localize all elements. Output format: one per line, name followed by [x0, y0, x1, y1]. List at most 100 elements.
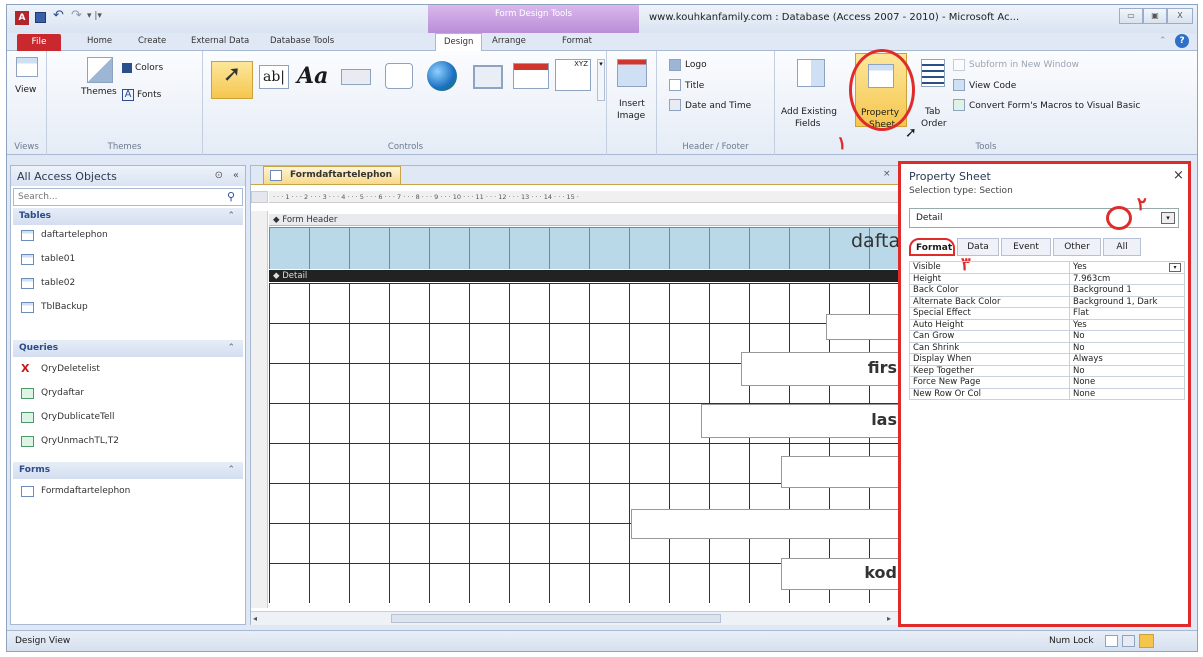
title-button[interactable]: Title	[685, 81, 704, 91]
themes-icon[interactable]	[87, 57, 113, 83]
help-icon[interactable]: ?	[1175, 34, 1189, 48]
property-value[interactable]: Always	[1069, 353, 1185, 366]
property-value[interactable]: None	[1069, 387, 1185, 400]
close-button[interactable]: X	[1167, 8, 1193, 24]
view-button[interactable]	[16, 57, 40, 79]
table-row[interactable]: Visible Yes ▾	[909, 261, 1185, 274]
text-box-control[interactable]: kod	[781, 558, 902, 590]
form-header-bar[interactable]: ◆ Form Header	[269, 214, 901, 226]
detail-bar[interactable]: ◆ Detail	[269, 270, 901, 282]
restore-button[interactable]: ▣	[1143, 8, 1167, 24]
table-row[interactable]: Height 7.963cm	[909, 272, 1185, 285]
table-row[interactable]: Display When Always	[909, 353, 1185, 366]
insert-image-icon[interactable]	[617, 59, 647, 87]
subform-new-window-button[interactable]: Subform in New Window	[969, 60, 1079, 70]
themes-label[interactable]: Themes	[81, 87, 117, 97]
fields-label[interactable]: Fields	[795, 119, 820, 129]
property-value[interactable]: None	[1069, 376, 1185, 389]
tab-format[interactable]: Format	[562, 33, 592, 51]
property-value[interactable]: Background 1, Dark	[1069, 295, 1185, 308]
list-item[interactable]: Qrydaftar	[13, 384, 233, 404]
table-row[interactable]: Can Shrink No	[909, 341, 1185, 354]
label-control-icon[interactable]: Aa	[297, 63, 328, 89]
insert-image-label-1[interactable]: Insert	[619, 99, 645, 109]
list-item[interactable]: X QryDeletelist	[13, 360, 233, 380]
nav-section-forms[interactable]: Forms ⌃	[13, 462, 243, 479]
tab-external-data[interactable]: External Data	[191, 33, 249, 51]
minimize-button[interactable]: ▭	[1119, 8, 1143, 24]
design-view-icon[interactable]	[1139, 634, 1154, 648]
nav-section-tables[interactable]: Tables ⌃	[13, 208, 243, 225]
horizontal-scrollbar[interactable]: ◂ ▸	[251, 611, 901, 625]
tab-file[interactable]: File	[17, 34, 61, 51]
text-box-control[interactable]: firs	[741, 352, 902, 386]
property-value[interactable]: Yes	[1069, 318, 1185, 331]
search-icon[interactable]: ⚲	[227, 190, 235, 203]
dropdown-arrow-icon[interactable]: ▾	[1161, 212, 1175, 224]
controls-gallery-more-icon[interactable]: ▾	[597, 59, 605, 101]
minimize-ribbon-icon[interactable]: ⌃	[1159, 36, 1167, 46]
table-row[interactable]: Special Effect Flat	[909, 307, 1185, 320]
tab-event[interactable]: Event	[1001, 238, 1051, 256]
property-value[interactable]: Flat	[1069, 307, 1185, 320]
tab-format[interactable]: Format	[909, 238, 955, 256]
property-value[interactable]: 7.963cm	[1069, 272, 1185, 285]
tab-order-icon[interactable]	[921, 59, 945, 87]
scroll-left-icon[interactable]: ◂	[253, 614, 257, 623]
form-view-icon[interactable]	[1105, 635, 1118, 647]
tab-other[interactable]: Other	[1053, 238, 1101, 256]
qat-customize-icon[interactable]: ▾ |▾	[87, 11, 102, 21]
web-browser-control-icon[interactable]	[473, 65, 503, 89]
table-row[interactable]: New Row Or Col None	[909, 387, 1185, 400]
detail-section-grid[interactable]	[269, 283, 901, 603]
nav-header[interactable]: All Access Objects ⊙ «	[11, 166, 245, 186]
list-item[interactable]: table01	[13, 250, 233, 270]
convert-macros-button[interactable]: Convert Form's Macros to Visual Basic	[969, 101, 1140, 111]
document-close-icon[interactable]: ×	[883, 169, 891, 179]
text-box-control[interactable]	[631, 509, 902, 539]
insert-image-label-2[interactable]: Image	[617, 111, 645, 121]
list-item[interactable]: QryUnmachTL,T2	[13, 432, 233, 452]
list-item[interactable]: TblBackup	[13, 298, 233, 318]
tab-create[interactable]: Create	[138, 33, 166, 51]
colors-button[interactable]: Colors	[135, 63, 163, 73]
layout-view-icon[interactable]	[1122, 635, 1135, 647]
table-row[interactable]: Back Color Background 1	[909, 284, 1185, 297]
tab-database-tools[interactable]: Database Tools	[270, 33, 334, 51]
table-row[interactable]: Alternate Back Color Background 1, Dark	[909, 295, 1185, 308]
property-value[interactable]: Background 1	[1069, 284, 1185, 297]
view-code-button[interactable]: View Code	[969, 81, 1016, 91]
nav-menu-icon[interactable]: ⊙	[215, 170, 223, 181]
nav-search-input[interactable]	[13, 188, 243, 206]
table-row[interactable]: Keep Together No	[909, 364, 1185, 377]
tab-label[interactable]: Tab	[925, 107, 940, 117]
tab-design[interactable]: Design	[435, 33, 483, 51]
tab-all[interactable]: All	[1103, 238, 1141, 256]
close-icon[interactable]: ×	[1173, 168, 1184, 183]
shutter-bar-icon[interactable]: «	[233, 170, 239, 181]
form-selector[interactable]	[251, 191, 268, 203]
tab-arrange[interactable]: Arrange	[492, 33, 526, 51]
text-box-control[interactable]	[781, 456, 902, 488]
dropdown-arrow-icon[interactable]: ▾	[1169, 263, 1181, 273]
button-control-icon[interactable]	[341, 69, 371, 85]
form-header-section[interactable]	[269, 227, 901, 269]
list-item[interactable]: daftartelephon	[13, 226, 233, 246]
order-label[interactable]: Order	[921, 119, 947, 129]
access-icon[interactable]: A	[15, 11, 29, 25]
property-value[interactable]: No	[1069, 330, 1185, 343]
tab-control-icon[interactable]	[385, 63, 413, 89]
scrollbar-thumb[interactable]	[391, 614, 721, 623]
date-time-button[interactable]: Date and Time	[685, 101, 751, 111]
property-value[interactable]: No	[1069, 364, 1185, 377]
table-row[interactable]: Can Grow No	[909, 330, 1185, 343]
redo-icon[interactable]: ↷	[71, 8, 82, 23]
select-pointer-icon[interactable]: ➚	[211, 61, 253, 99]
scroll-right-icon[interactable]: ▸	[887, 614, 891, 623]
table-row[interactable]: Force New Page None	[909, 376, 1185, 389]
property-value[interactable]: No	[1069, 341, 1185, 354]
save-icon[interactable]	[35, 12, 46, 23]
table-row[interactable]: Auto Height Yes	[909, 318, 1185, 331]
logo-button[interactable]: Logo	[685, 60, 707, 70]
header-title-control[interactable]: dafta	[851, 230, 900, 252]
